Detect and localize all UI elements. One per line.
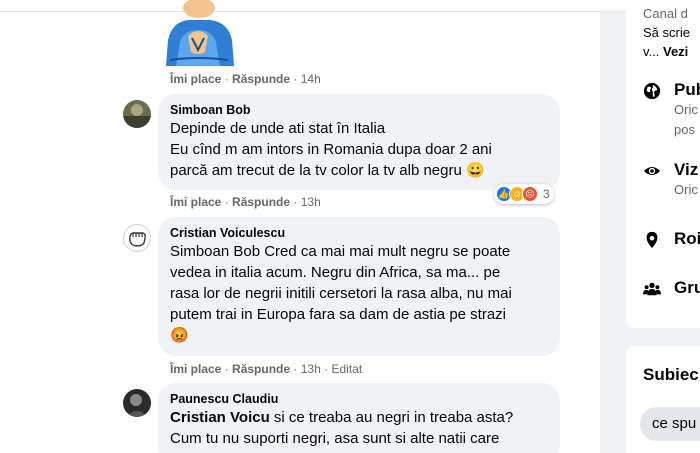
intro-line: v... Vezi bbox=[643, 42, 688, 61]
separator: · bbox=[293, 362, 298, 376]
row-subtitle: Oric bbox=[674, 102, 698, 117]
comment-text-line: Eu cînd m am intors in Romania dupa doar… bbox=[170, 141, 492, 158]
about-row-privacy: Pub Oric pos bbox=[643, 80, 700, 140]
separator: · bbox=[224, 72, 229, 86]
row-title: Viz bbox=[674, 160, 699, 179]
separator: · bbox=[224, 362, 229, 376]
comment-author[interactable]: Simboan Bob bbox=[170, 102, 548, 118]
comment-actions: Îmi place · Răspunde · 14h bbox=[170, 72, 321, 86]
separator: · bbox=[224, 195, 229, 209]
mention-link[interactable]: Cristian Voicu bbox=[170, 409, 270, 426]
group-icon bbox=[643, 282, 661, 296]
reply-link[interactable]: Răspunde bbox=[232, 195, 290, 209]
reaction-summary[interactable]: 👍 ☺ ☹ 3 bbox=[494, 184, 554, 204]
intro-line: Canal d bbox=[643, 6, 688, 21]
avatar[interactable] bbox=[123, 389, 151, 417]
about-row-location: Roi bbox=[643, 229, 700, 249]
topic-chip[interactable]: ce spu bbox=[640, 407, 700, 441]
comment-text: si ce treaba au negri in treaba asta? bbox=[269, 409, 514, 426]
reaction-count: 3 bbox=[543, 187, 550, 201]
sticker-image bbox=[166, 0, 234, 66]
row-title: Pub bbox=[674, 80, 700, 99]
globe-icon bbox=[643, 82, 661, 100]
eye-icon bbox=[643, 166, 661, 176]
comment-time[interactable]: 13h bbox=[301, 362, 321, 376]
about-row-visibility: Viz Oric bbox=[643, 160, 698, 200]
separator: · bbox=[293, 72, 298, 86]
comment-text-line: putem trai in Europa fara sa dam de asti… bbox=[170, 306, 507, 323]
row-subtitle: Oric bbox=[674, 182, 698, 197]
avatar[interactable] bbox=[123, 100, 151, 128]
row-title: Gru bbox=[674, 278, 700, 297]
reply-link[interactable]: Răspunde bbox=[232, 72, 290, 86]
comment-bubble: Simboan Bob Depinde de unde ati stat în … bbox=[158, 94, 560, 190]
location-pin-icon bbox=[646, 231, 658, 249]
separator: · bbox=[293, 195, 298, 209]
comment-text-line: Cristian Voicu si ce treaba au negri in … bbox=[170, 407, 548, 428]
row-subtitle: pos bbox=[674, 122, 695, 137]
comment-actions: Îmi place · Răspunde · 13h · Editat bbox=[170, 362, 362, 376]
top-bar bbox=[0, 0, 700, 12]
avatar[interactable] bbox=[123, 224, 151, 252]
comment-author[interactable]: Cristian Voiculescu bbox=[170, 225, 548, 241]
comment-text-line: vedea in italia acum. Negru din Africa, … bbox=[170, 264, 501, 281]
edited-label: Editat bbox=[331, 362, 363, 376]
comment-text-line: 😡 bbox=[170, 327, 189, 344]
like-link[interactable]: Îmi place bbox=[170, 195, 221, 209]
like-link[interactable]: Îmi place bbox=[170, 362, 221, 376]
about-row-group-type: Gru bbox=[643, 278, 700, 298]
comment-actions: Îmi place · Răspunde · 13h bbox=[170, 195, 321, 209]
comment-text-line: Cum tu nu suporti negri, asa sunt si alt… bbox=[170, 430, 500, 447]
comment-text-line: parcă am trecut de la tv color la tv alb… bbox=[170, 162, 485, 179]
intro-text: v... bbox=[643, 44, 663, 59]
comment-bubble: Cristian Voiculescu Simboan Bob Cred ca … bbox=[158, 217, 560, 356]
angry-reaction-icon: ☹ bbox=[522, 186, 538, 202]
comment-time[interactable]: 14h bbox=[301, 72, 321, 86]
intro-line: Să scrie bbox=[643, 25, 690, 40]
comment-time[interactable]: 13h bbox=[301, 195, 321, 209]
row-title: Roi bbox=[674, 229, 700, 248]
topics-heading: Subiec bbox=[643, 365, 699, 384]
comment-text-line: Simboan Bob Cred ca mai mai mult negru s… bbox=[170, 243, 511, 260]
separator: · bbox=[324, 362, 329, 376]
like-link[interactable]: Îmi place bbox=[170, 72, 221, 86]
comment-author[interactable]: Paunescu Claudiu bbox=[170, 391, 548, 407]
reply-link[interactable]: Răspunde bbox=[232, 362, 290, 376]
comment-text-line: Depinde de unde ati stat în Italia bbox=[170, 120, 386, 137]
see-more-link[interactable]: Vezi bbox=[663, 44, 688, 59]
comment-text-line: rasa lor de negrii initili cersetori la … bbox=[170, 285, 512, 302]
comment-bubble: Paunescu Claudiu Cristian Voicu si ce tr… bbox=[158, 383, 560, 453]
